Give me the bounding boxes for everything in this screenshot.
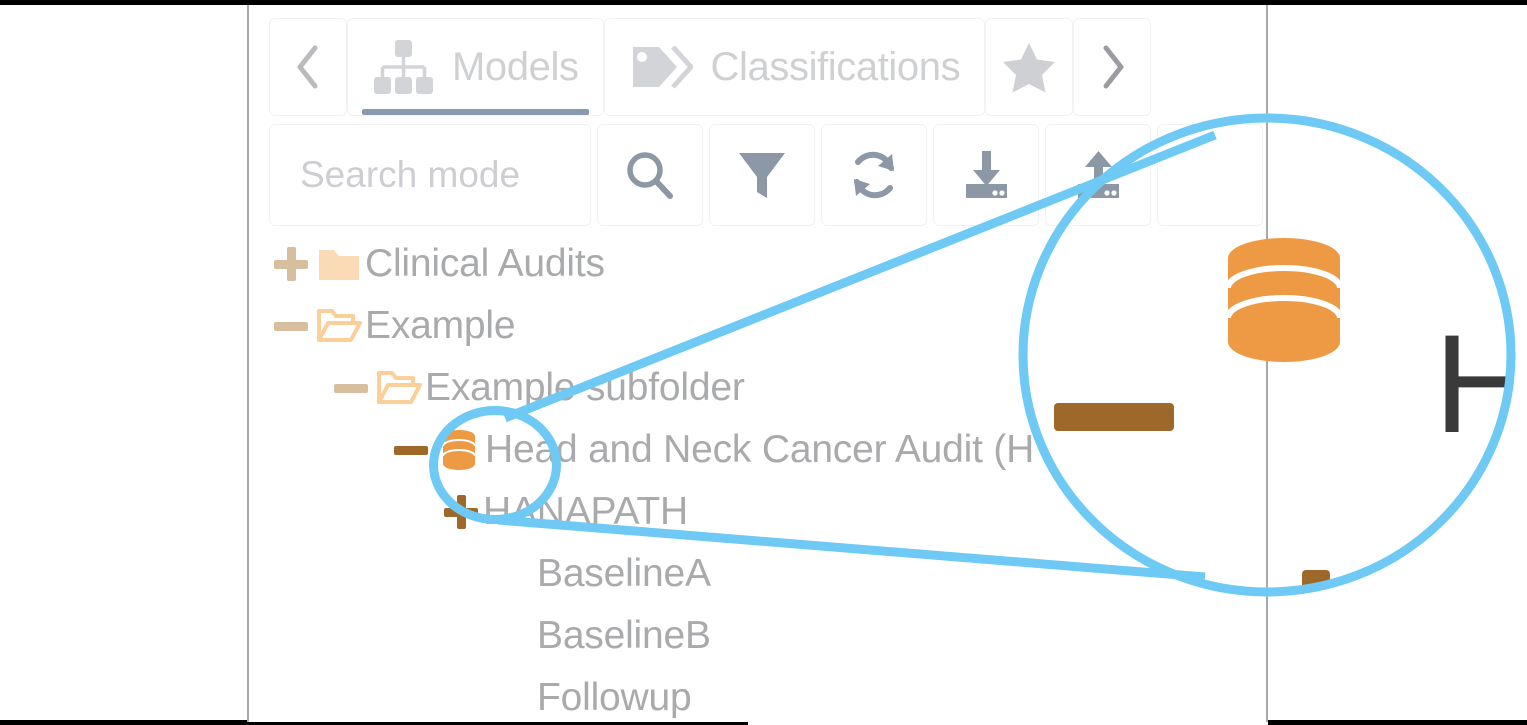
minus-icon [274,309,308,343]
download-icon [966,151,1007,198]
chevron-left-icon [297,45,318,89]
search-input[interactable]: Search mode [300,154,520,196]
tree-row-baselinea[interactable]: BaselineA [269,543,1229,605]
tabs-scroll-left-button[interactable] [269,18,347,116]
plus-icon [274,247,308,281]
refresh-button[interactable] [821,124,927,226]
tab-favourites[interactable] [985,18,1074,116]
zoomed-database-icon [1225,238,1343,362]
sitemap-icon [374,40,433,94]
funnel-icon [739,153,785,198]
tree-toggle-expand[interactable] [269,247,313,281]
zoomed-minus-icon [1054,403,1174,431]
tab-bar: Models Classifications [269,18,1264,116]
download-button[interactable] [933,124,1039,226]
tab-models-label: Models [452,44,579,89]
tabs-scroll-right-button[interactable] [1073,18,1152,116]
zoomed-letter-bottom: H [1434,509,1510,593]
star-icon [1003,43,1056,93]
magnifier-zoom-content: H H (H [1024,118,1510,592]
tag-icon [632,45,693,89]
tree-row-label: Head and Neck Cancer Audit (H [485,428,1035,471]
search-button[interactable] [597,124,703,226]
tree-row-label: Clinical Audits [365,242,605,285]
app-root: Models Classifications Search mode Clini… [0,0,1527,725]
tree-toggle-collapse[interactable] [269,309,313,343]
tree-toggle-collapse[interactable] [389,433,433,467]
filter-button[interactable] [709,124,815,226]
folder-open-icon [313,306,365,346]
magnifier-icon [627,152,673,199]
tab-classifications[interactable]: Classifications [603,18,986,116]
tab-classifications-label: Classifications [710,44,961,89]
tree-row-label: Example [365,304,516,347]
zoomed-plus-icon [1256,570,1376,592]
tree-row-label: BaselineA [537,552,711,595]
tree-row-followup[interactable]: Followup [269,667,1229,722]
folder-closed-icon [313,245,365,283]
chevron-right-icon [1103,45,1124,89]
refresh-icon [854,151,894,199]
magnifier-source-ring [429,406,561,524]
tree-toggle-collapse[interactable] [329,371,373,405]
tab-active-indicator [362,109,589,115]
search-input-wrap[interactable]: Search mode [269,124,591,226]
tree-row-label: Example subfolder [425,366,745,409]
zoomed-letter-top: H [1434,305,1510,462]
folder-open-icon [373,368,425,408]
tree-row-label: BaselineB [537,614,711,657]
tree-row-label: Followup [537,676,692,719]
minus-icon [394,433,428,467]
window-bottom-border-right [1268,720,1527,725]
tree-row-baselineb[interactable]: BaselineB [269,605,1229,667]
tab-models[interactable]: Models [347,18,604,116]
minus-icon [334,371,368,405]
truncated-text-fragment: (H [1024,509,1077,569]
